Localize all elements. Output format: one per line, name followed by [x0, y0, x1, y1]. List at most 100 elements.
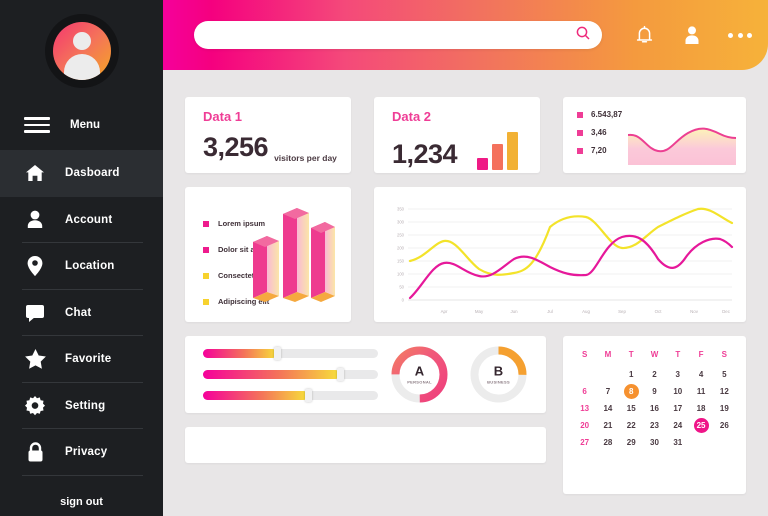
slider-3[interactable]: [203, 389, 378, 402]
calendar-day[interactable]: 28: [596, 434, 619, 451]
search-bar[interactable]: [194, 21, 602, 49]
calendar-day[interactable]: 19: [713, 400, 736, 417]
calendar-week-row: 27 28 29 30 31: [573, 434, 736, 451]
calendar-weekday: M: [604, 350, 612, 359]
calendar-day[interactable]: 10: [666, 383, 689, 400]
chat-bubble-icon: [24, 302, 46, 324]
calendar-day[interactable]: 29: [620, 434, 643, 451]
calendar-day[interactable]: 18: [689, 400, 712, 417]
person-icon[interactable]: [680, 22, 704, 48]
avatar[interactable]: [44, 14, 119, 88]
calendar-day[interactable]: 14: [596, 400, 619, 417]
card-title: Data 1: [203, 109, 243, 124]
dashboard-main: Data 1 3,256 visitors per day Data 2 1,2…: [163, 70, 768, 516]
calendar-day-selected[interactable]: 25: [693, 418, 709, 433]
series-yellow: [408, 207, 734, 276]
calendar-day-highlight[interactable]: 8: [623, 384, 639, 399]
card-data3: 6.543,87 3,46 7,20: [563, 97, 746, 173]
svg-text:Sep: Sep: [618, 309, 626, 314]
sidebar: Menu Dasboard Account Location Chat Favo…: [0, 0, 163, 516]
sidebar-item-setting[interactable]: Setting: [0, 383, 163, 430]
calendar-day[interactable]: 31: [666, 434, 689, 451]
slider-handle[interactable]: [273, 347, 281, 360]
sidebar-item-location[interactable]: Location: [0, 243, 163, 290]
legend-swatch: [577, 129, 583, 136]
calendar-day[interactable]: 20: [573, 417, 596, 434]
map-pin-icon: [24, 255, 46, 277]
sidebar-item-dashboard[interactable]: Dasboard: [0, 150, 163, 197]
legend-swatch: [203, 298, 209, 305]
card-sliders-donuts: A PERSONAL B BUSINESS: [185, 336, 546, 413]
donut-letter: B: [493, 363, 504, 379]
calendar-day[interactable]: 30: [643, 434, 666, 451]
calendar-day[interactable]: 5: [713, 366, 736, 383]
calendar-day[interactable]: 24: [666, 417, 689, 434]
calendar-day[interactable]: 25: [689, 417, 712, 434]
person-icon: [24, 209, 46, 231]
calendar-day[interactable]: 17: [666, 400, 689, 417]
more-dots-icon[interactable]: [728, 22, 752, 48]
calendar-day[interactable]: 16: [643, 400, 666, 417]
calendar-day-empty: [573, 366, 596, 383]
card-data1: Data 1 3,256 visitors per day: [185, 97, 351, 173]
legend-swatch: [577, 147, 583, 154]
data1-unit: visitors per day: [274, 153, 337, 163]
calendar-day[interactable]: 9: [643, 383, 666, 400]
calendar-week-row: 12345: [573, 366, 736, 383]
calendar-day[interactable]: 8: [620, 383, 643, 400]
calendar-weekday: S: [721, 350, 728, 359]
sidebar-item-favorite[interactable]: Favorite: [0, 336, 163, 383]
calendar-day[interactable]: 7: [596, 383, 619, 400]
calendar-day[interactable]: 6: [573, 383, 596, 400]
calendar-day[interactable]: 12: [713, 383, 736, 400]
calendar-weekday-row: S M T W T F S: [573, 348, 736, 366]
calendar-day[interactable]: 23: [643, 417, 666, 434]
search-icon[interactable]: [576, 26, 590, 45]
svg-text:Jun: Jun: [510, 309, 518, 314]
calendar-day[interactable]: 15: [620, 400, 643, 417]
calendar-day[interactable]: 13: [573, 400, 596, 417]
calendar-day-empty: [713, 434, 736, 451]
data3-area-chart: [628, 127, 736, 165]
svg-text:200: 200: [397, 246, 405, 251]
top-header: [163, 0, 768, 70]
calendar-day[interactable]: 2: [643, 366, 666, 383]
legend-swatch: [203, 272, 209, 279]
star-icon: [24, 348, 46, 370]
svg-text:250: 250: [397, 233, 405, 238]
calendar-day[interactable]: 4: [689, 366, 712, 383]
sidebar-item-account[interactable]: Account: [0, 197, 163, 244]
y-axis-labels: 350 300 250 200 150 100 50 0: [397, 207, 405, 303]
calendar-week-row: 6 7 8 9 10 11 12: [573, 383, 736, 400]
sidebar-item-label: Setting: [65, 399, 106, 412]
slider-1[interactable]: [203, 347, 378, 360]
legend-label: 7,20: [591, 146, 607, 155]
calendar-day[interactable]: 1: [620, 366, 643, 383]
bell-icon[interactable]: [632, 22, 656, 48]
calendar-day[interactable]: 21: [596, 417, 619, 434]
sign-out-button[interactable]: sign out: [0, 496, 163, 508]
legend-label: 3,46: [591, 128, 607, 137]
calendar-day[interactable]: 22: [620, 417, 643, 434]
data1-value: 3,256: [203, 132, 269, 162]
slider-2[interactable]: [203, 368, 378, 381]
donut-chart-b: B BUSINESS: [469, 345, 528, 404]
calendar-day[interactable]: 11: [689, 383, 712, 400]
svg-text:Nov: Nov: [690, 309, 699, 314]
svg-text:Oct: Oct: [655, 309, 663, 314]
sidebar-item-chat[interactable]: Chat: [0, 290, 163, 337]
calendar-day[interactable]: 3: [666, 366, 689, 383]
menu-label: Menu: [70, 119, 101, 131]
slider-group: [203, 347, 378, 412]
search-input[interactable]: [210, 29, 576, 41]
menu-toggle[interactable]: Menu: [0, 104, 163, 146]
slider-handle[interactable]: [305, 389, 312, 402]
calendar-day-empty: [689, 434, 712, 451]
grid-lines: [408, 208, 732, 301]
card-calendar: S M T W T F S 1 2 3 4 5 6 7 8 9 10 11 12 13 14 15 16 17 1…: [563, 336, 746, 494]
slider-handle[interactable]: [336, 368, 344, 381]
calendar-day[interactable]: 27: [573, 434, 596, 451]
sidebar-item-privacy[interactable]: Privacy: [0, 429, 163, 476]
calendar-day[interactable]: 26: [713, 417, 736, 434]
svg-text:0: 0: [402, 298, 405, 303]
